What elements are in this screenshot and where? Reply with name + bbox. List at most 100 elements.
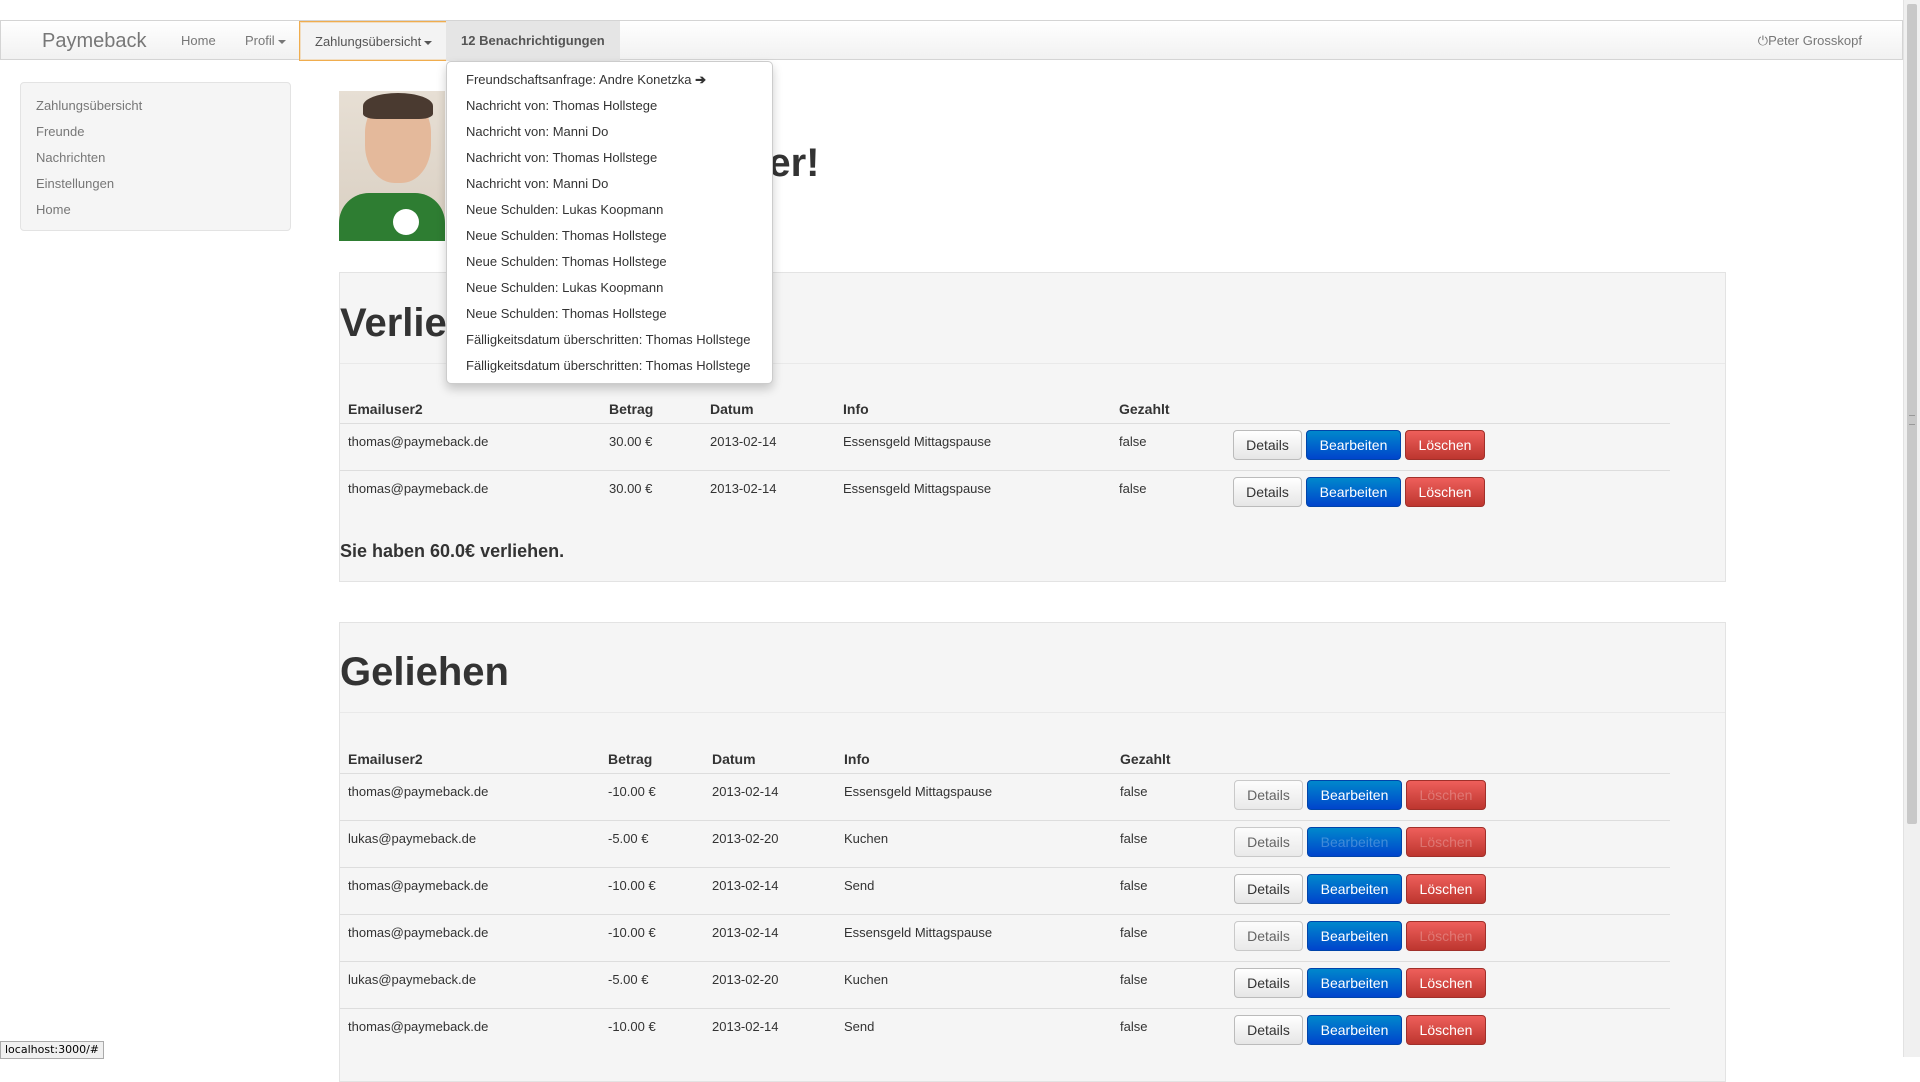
cell-email: thomas@paymeback.de [348,925,489,940]
nav-zahlung-label: Zahlungsübersicht [315,34,422,49]
grip-icon [1909,415,1915,425]
bearbeiten-button[interactable]: Bearbeiten [1307,874,1402,904]
sidebar-item-freunde[interactable]: Freunde [36,124,84,139]
cell-gezahlt: false [1120,1019,1148,1034]
dropdown-item[interactable]: Neue Schulden: Thomas Hollstege [466,306,667,321]
sidebar: Zahlungsübersicht Freunde Nachrichten Ei… [20,82,291,231]
scrollbar-thumb[interactable] [1907,4,1917,824]
cell-datum: 2013-02-14 [712,925,779,940]
loeschen-button[interactable]: Löschen [1406,780,1486,810]
cell-email: thomas@paymeback.de [348,434,489,449]
bearbeiten-button[interactable]: Bearbeiten [1307,921,1402,951]
brand-link[interactable]: Paymeback [42,30,147,53]
dropdown-item[interactable]: Neue Schulden: Lukas Koopmann [466,202,663,217]
dropdown-item[interactable]: Neue Schulden: Thomas Hollstege [466,228,667,243]
bearbeiten-button[interactable]: Bearbeiten [1306,430,1401,460]
cell-betrag: -5.00 € [608,972,649,987]
details-button[interactable]: Details [1234,921,1303,951]
table-row: lukas@paymeback.de -5.00 € 2013-02-20 Ku… [340,961,1670,1009]
cell-email: lukas@paymeback.de [348,972,477,987]
nav-profil[interactable]: Profil [245,21,286,61]
cell-gezahlt: false [1120,972,1148,987]
avatar [339,91,445,241]
col-datum: Datum [712,751,756,767]
dropdown-item-label: Freundschaftsanfrage: Andre Konetzka [466,72,692,87]
details-button[interactable]: Details [1233,430,1302,460]
details-button[interactable]: Details [1234,968,1303,998]
loeschen-button[interactable]: Löschen [1405,477,1485,507]
page-scrollbar[interactable] [1903,0,1920,1057]
table-row: thomas@paymeback.de -10.00 € 2013-02-14 … [340,1008,1670,1056]
cell-info: Essensgeld Mittagspause [843,434,992,449]
cell-datum: 2013-02-20 [712,972,779,987]
cell-info: Essensgeld Mittagspause [843,481,992,496]
cell-betrag: -10.00 € [608,878,656,893]
col-datum: Datum [710,401,754,417]
sidebar-item-nachrichten[interactable]: Nachrichten [36,150,105,165]
cell-datum: 2013-02-20 [712,831,779,846]
top-navbar: Paymeback Home Profil Zahlungsübersicht … [0,20,1903,61]
bearbeiten-button[interactable]: Bearbeiten [1307,780,1402,810]
nav-home[interactable]: Home [181,21,216,61]
sidebar-item-einstellungen[interactable]: Einstellungen [36,176,114,191]
loeschen-button[interactable]: Löschen [1406,827,1486,857]
cell-gezahlt: false [1119,481,1147,496]
cell-betrag: 30.00 € [609,481,653,496]
dropdown-item[interactable]: Neue Schulden: Thomas Hollstege [466,254,667,269]
dropdown-item[interactable]: Nachricht von: Thomas Hollstege [466,98,657,113]
loeschen-button[interactable]: Löschen [1406,874,1486,904]
cell-email: lukas@paymeback.de [348,831,477,846]
power-icon: ⏻ [1757,33,1769,48]
details-button[interactable]: Details [1234,874,1303,904]
user-name: Peter Grosskopf [1768,33,1862,48]
col-betrag: Betrag [608,751,653,767]
cell-betrag: -5.00 € [608,831,649,846]
status-url: localhost:3000/# [0,1041,104,1059]
cell-info: Essensgeld Mittagspause [844,784,993,799]
col-betrag: Betrag [609,401,654,417]
dropdown-item[interactable]: Freundschaftsanfrage: Andre Konetzka ➔ [466,72,706,88]
col-info: Info [843,401,869,417]
loeschen-button[interactable]: Löschen [1405,430,1485,460]
bearbeiten-button[interactable]: Bearbeiten [1307,1015,1402,1045]
dropdown-item[interactable]: Nachricht von: Manni Do [466,124,608,139]
cell-info: Kuchen [844,972,889,987]
dropdown-item[interactable]: Neue Schulden: Lukas Koopmann [466,280,663,295]
sidebar-item-home[interactable]: Home [36,202,71,217]
details-button[interactable]: Details [1234,827,1303,857]
bearbeiten-button[interactable]: Bearbeiten [1307,968,1402,998]
cell-gezahlt: false [1120,878,1148,893]
nav-notifications[interactable]: 12 Benachrichtigungen [446,21,620,61]
col-gezahlt: Gezahlt [1120,751,1171,767]
dropdown-item[interactable]: Fälligkeitsdatum überschritten: Thomas H… [466,358,750,373]
table-row: thomas@paymeback.de 30.00 € 2013-02-14 E… [340,423,1670,471]
dropdown-item[interactable]: Nachricht von: Thomas Hollstege [466,150,657,165]
geliehen-title: Geliehen [340,650,509,694]
loeschen-button[interactable]: Löschen [1406,968,1486,998]
cell-gezahlt: false [1120,784,1148,799]
details-button[interactable]: Details [1234,1015,1303,1045]
cell-email: thomas@paymeback.de [348,1019,489,1034]
chevron-down-icon [277,39,286,44]
bearbeiten-button[interactable]: Bearbeiten [1306,477,1401,507]
loeschen-button[interactable]: Löschen [1406,921,1486,951]
user-logout-link[interactable]: ⏻Peter Grosskopf [1758,21,1862,61]
sidebar-item-zahlungsuebersicht[interactable]: Zahlungsübersicht [36,98,142,113]
bearbeiten-button[interactable]: Bearbeiten [1307,827,1402,857]
notifications-dropdown: Freundschaftsanfrage: Andre Konetzka ➔ N… [446,61,773,384]
dropdown-item[interactable]: Fälligkeitsdatum überschritten: Thomas H… [466,332,750,347]
nav-zahlungsuebersicht[interactable]: Zahlungsübersicht [299,21,449,61]
cell-datum: 2013-02-14 [710,481,777,496]
cell-email: thomas@paymeback.de [348,878,489,893]
details-button[interactable]: Details [1233,477,1302,507]
cell-email: thomas@paymeback.de [348,481,489,496]
cell-info: Send [844,878,875,893]
table-row: thomas@paymeback.de -10.00 € 2013-02-14 … [340,914,1670,962]
verliehen-summary: Sie haben 60.0€ verliehen. [340,541,565,561]
details-button[interactable]: Details [1234,780,1303,810]
dropdown-item[interactable]: Nachricht von: Manni Do [466,176,608,191]
cell-email: thomas@paymeback.de [348,784,489,799]
col-emailuser2: Emailuser2 [348,751,423,767]
loeschen-button[interactable]: Löschen [1406,1015,1486,1045]
cell-datum: 2013-02-14 [712,1019,779,1034]
